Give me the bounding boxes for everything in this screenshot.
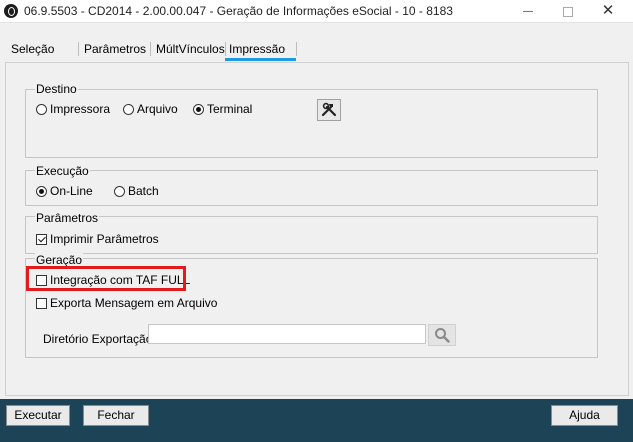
imprimir-parametros-checkbox[interactable]: Imprimir Parâmetros: [36, 232, 159, 246]
imprimir-parametros-box[interactable]: [36, 233, 47, 245]
tab-multvinculos[interactable]: MúltVínculos: [153, 40, 228, 58]
tab-bar: Seleção Parâmetros MúltVínculos Impressã…: [0, 40, 633, 61]
ajuda-button[interactable]: Ajuda: [551, 405, 618, 426]
radio-online[interactable]: On-Line: [36, 184, 93, 198]
tab-impressao[interactable]: Impressão: [225, 40, 296, 61]
imprimir-parametros-label: Imprimir Parâmetros: [50, 232, 159, 246]
radio-arquivo[interactable]: Arquivo: [123, 102, 178, 116]
radio-arquivo-circle[interactable]: [123, 103, 134, 115]
window-title: 06.9.5503 - CD2014 - 2.00.00.047 - Geraç…: [24, 4, 453, 18]
printer-setup-button[interactable]: [317, 99, 341, 121]
radio-terminal-label: Terminal: [207, 102, 253, 116]
title-bar: 06.9.5503 - CD2014 - 2.00.00.047 - Geraç…: [0, 0, 633, 23]
tab-divider: [296, 42, 297, 56]
maximize-icon: [563, 6, 573, 17]
minimize-button[interactable]: [508, 0, 548, 22]
close-button[interactable]: ✕: [588, 0, 628, 22]
radio-online-circle[interactable]: [36, 185, 47, 197]
app-logo-icon: [4, 4, 18, 18]
execucao-group: [25, 170, 598, 206]
tab-divider: [78, 42, 79, 56]
maximize-button[interactable]: [548, 0, 588, 22]
destino-title: Destino: [35, 82, 78, 96]
radio-terminal[interactable]: Terminal: [193, 102, 252, 116]
footer-bar: Executar Fechar Ajuda: [0, 399, 633, 442]
radio-terminal-circle[interactable]: [193, 103, 204, 115]
parametros-title: Parâmetros: [35, 211, 100, 225]
search-icon: [435, 328, 450, 343]
red-highlight-box: [26, 266, 186, 291]
exporta-mensagem-label: Exporta Mensagem em Arquivo: [50, 296, 218, 310]
diretorio-exportacao-label: Diretório Exportação: [43, 332, 153, 346]
fechar-button[interactable]: Fechar: [83, 405, 149, 426]
radio-batch-label: Batch: [128, 184, 159, 198]
tab-parametros[interactable]: Parâmetros: [81, 40, 149, 58]
radio-batch[interactable]: Batch: [114, 184, 159, 198]
destino-group: [25, 89, 598, 158]
exporta-mensagem-box[interactable]: [36, 297, 47, 309]
tab-selecao[interactable]: Seleção: [8, 40, 57, 58]
geracao-title: Geração: [35, 253, 84, 267]
tab-divider: [150, 42, 151, 56]
radio-impressora-circle[interactable]: [36, 103, 47, 115]
exporta-mensagem-checkbox[interactable]: Exporta Mensagem em Arquivo: [36, 296, 217, 310]
radio-batch-circle[interactable]: [114, 185, 125, 197]
execucao-title: Execução: [35, 164, 90, 178]
radio-online-label: On-Line: [50, 184, 93, 198]
radio-arquivo-label: Arquivo: [137, 102, 178, 116]
executar-button[interactable]: Executar: [6, 405, 70, 426]
minimize-icon: [523, 11, 533, 13]
radio-impressora-label: Impressora: [50, 102, 111, 116]
diretorio-exportacao-input[interactable]: [148, 324, 426, 344]
radio-impressora[interactable]: Impressora: [36, 102, 110, 116]
wrench-hammer-icon: [321, 102, 337, 117]
search-directory-button[interactable]: [428, 324, 456, 346]
